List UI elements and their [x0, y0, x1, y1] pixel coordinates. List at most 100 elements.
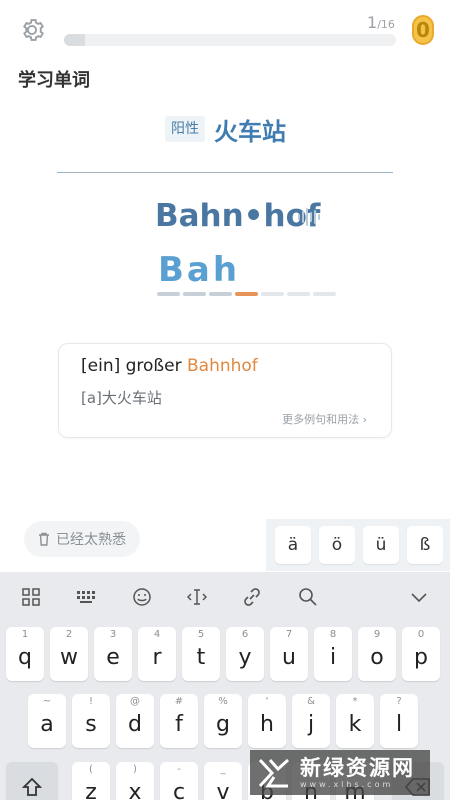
- emoji-icon[interactable]: [132, 587, 152, 607]
- letter-slot: [313, 292, 336, 296]
- key-hint: 8: [329, 629, 337, 640]
- example-card[interactable]: [ein] großer Bahnhof [a]大火车站 更多例句和用法 ›: [58, 343, 392, 438]
- example-sentence: [ein] großer Bahnhof: [81, 356, 258, 376]
- key-a-umlaut[interactable]: ä: [275, 526, 311, 564]
- key-hint: 1: [21, 629, 29, 640]
- coin-badge[interactable]: 0: [412, 15, 434, 45]
- shift-key[interactable]: [6, 762, 58, 800]
- key-hint: #: [174, 696, 184, 707]
- search-icon[interactable]: [298, 587, 318, 607]
- key-label: s: [85, 712, 97, 737]
- divider: [57, 172, 393, 173]
- example-translation: [a]大火车站: [81, 389, 162, 407]
- key-u[interactable]: 7u: [270, 627, 308, 681]
- key-hint: !: [88, 696, 93, 707]
- typed-answer[interactable]: Bah: [158, 250, 240, 290]
- cursor-icon[interactable]: [187, 587, 207, 607]
- key-label: c: [172, 780, 186, 800]
- key-hint: @: [130, 696, 140, 707]
- grid-icon[interactable]: [21, 587, 41, 607]
- key-hint: ?: [396, 696, 402, 707]
- key-label: p: [414, 645, 428, 670]
- key-p[interactable]: 0p: [402, 627, 440, 681]
- german-word: Bahn•hof: [155, 198, 321, 234]
- progress-current: 1: [367, 13, 378, 32]
- letter-slot: [157, 292, 180, 296]
- watermark-main: 新绿资源网: [300, 755, 415, 780]
- keyboard-icon[interactable]: [76, 587, 96, 607]
- word-meaning: 火车站: [214, 118, 286, 146]
- key-i[interactable]: 8i: [314, 627, 352, 681]
- key-d[interactable]: @ d: [116, 694, 154, 748]
- key-x[interactable]: ) x: [116, 762, 154, 800]
- key-s[interactable]: ! s: [72, 694, 110, 748]
- key-z[interactable]: (z: [72, 762, 110, 800]
- key-w[interactable]: 2w: [50, 627, 88, 681]
- example-prefix: [ein] großer: [81, 356, 187, 376]
- key-hint: -: [177, 764, 181, 775]
- chevron-down-icon[interactable]: [409, 587, 429, 607]
- letter-slots: [157, 292, 336, 296]
- key-label: f: [175, 712, 183, 737]
- key-hint: &: [307, 696, 315, 707]
- key-t[interactable]: 5t: [182, 627, 220, 681]
- key-hint: ): [133, 764, 137, 775]
- key-u-umlaut[interactable]: ü: [363, 526, 399, 564]
- key-label: x: [128, 780, 142, 800]
- key-k[interactable]: * k: [336, 694, 374, 748]
- key-label: y: [238, 645, 252, 670]
- key-label: h: [260, 712, 274, 737]
- key-label: g: [216, 712, 230, 737]
- key-label: u: [282, 645, 296, 670]
- letter-slot: [235, 292, 258, 296]
- key-label: z: [85, 780, 97, 800]
- gear-icon[interactable]: [18, 16, 46, 44]
- key-q[interactable]: 1q: [6, 627, 44, 681]
- too-familiar-label: 已经太熟悉: [56, 532, 126, 548]
- too-familiar-button[interactable]: 已经太熟悉: [24, 521, 140, 557]
- key-label: k: [348, 712, 362, 737]
- key-hint: %: [218, 696, 228, 707]
- key-hint: ~: [42, 696, 52, 707]
- key-hint: 4: [153, 629, 161, 640]
- key-hint: 7: [285, 629, 293, 640]
- app-screen: 1/16 0 学习单词 阳性 火车站 Bahn•hof Bah [ein] gr…: [0, 0, 450, 800]
- key-hint: 3: [109, 629, 117, 640]
- key-hint: 9: [373, 629, 381, 640]
- key-y[interactable]: 6y: [226, 627, 264, 681]
- more-examples-link[interactable]: 更多例句和用法 ›: [282, 411, 367, 427]
- key-hint: _: [220, 764, 226, 775]
- letter-slot: [287, 292, 310, 296]
- key-a[interactable]: ~ a: [28, 694, 66, 748]
- key-l[interactable]: ? l: [380, 694, 418, 748]
- audio-wave-icon[interactable]: [297, 206, 323, 228]
- watermark-text: 新绿资源网 www.xlhs.com: [300, 756, 415, 790]
- key-o-umlaut[interactable]: ö: [319, 526, 355, 564]
- progress-counter: 1/16: [367, 13, 395, 32]
- key-g[interactable]: % g: [204, 694, 242, 748]
- key-f[interactable]: # f: [160, 694, 198, 748]
- key-hint: *: [352, 696, 358, 707]
- watermark-sub: www.xlhs.com: [300, 779, 394, 789]
- letter-slot: [209, 292, 232, 296]
- key-j[interactable]: & j: [292, 694, 330, 748]
- key-label: d: [128, 712, 142, 737]
- key-c[interactable]: -c: [160, 762, 198, 800]
- key-r[interactable]: 4r: [138, 627, 176, 681]
- key-label: o: [370, 645, 384, 670]
- key-h[interactable]: ' h: [248, 694, 286, 748]
- key-label: i: [329, 645, 337, 670]
- gender-tag: 阳性: [165, 116, 205, 142]
- progress-fill: [64, 34, 85, 46]
- link-icon[interactable]: [242, 587, 262, 607]
- key-e[interactable]: 3e: [94, 627, 132, 681]
- key-label: j: [307, 712, 315, 737]
- key-hint: 5: [197, 629, 205, 640]
- key-label: t: [196, 645, 206, 670]
- key-hint: 6: [241, 629, 249, 640]
- key-label: l: [395, 712, 403, 737]
- watermark: 新绿资源网 www.xlhs.com: [250, 750, 430, 795]
- key-eszett[interactable]: ß: [407, 526, 443, 564]
- key-v[interactable]: _ v: [204, 762, 242, 800]
- key-o[interactable]: 9o: [358, 627, 396, 681]
